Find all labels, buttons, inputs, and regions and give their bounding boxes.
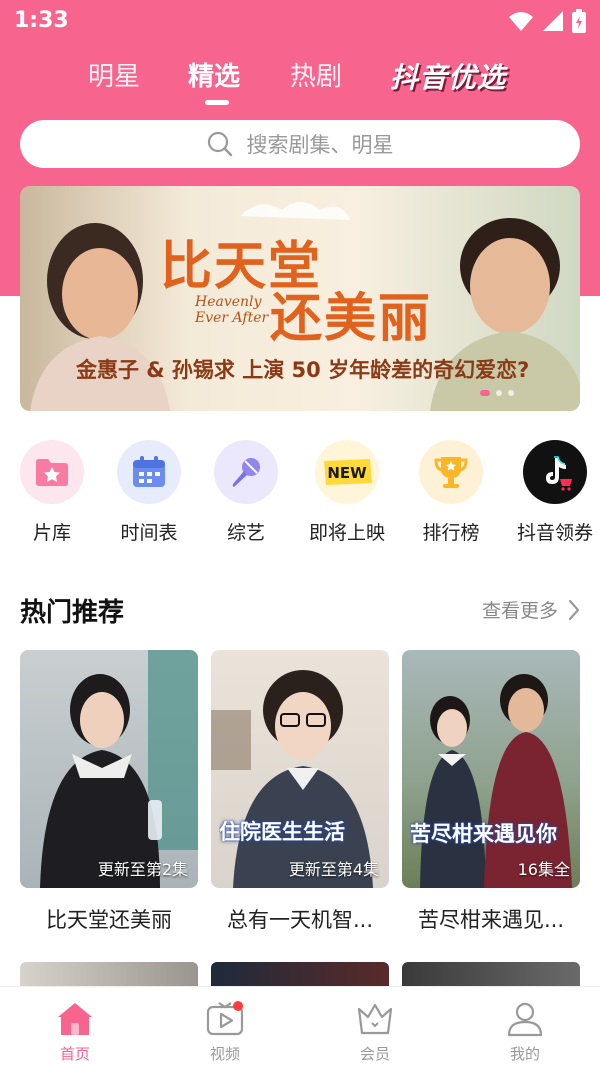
search-icon bbox=[207, 131, 232, 157]
quick-nav-label: 抖音领券 bbox=[516, 522, 593, 544]
quick-nav-variety[interactable]: 综艺 bbox=[196, 440, 296, 545]
nav-label: 会员 bbox=[359, 1045, 390, 1063]
crown-icon bbox=[315, 999, 435, 1039]
quick-nav-upcoming[interactable]: NEW 即将上映 bbox=[297, 440, 397, 545]
banner-dot bbox=[480, 390, 490, 396]
quick-nav-label: 时间表 bbox=[120, 522, 178, 544]
chevron-right-icon bbox=[568, 599, 580, 620]
drama-card[interactable]: 住院医生生活 更新至第4集 总有一天机智... bbox=[211, 650, 389, 934]
tab-featured[interactable]: 精选 bbox=[188, 56, 240, 93]
drama-poster: 苦尽柑来遇见你 16集全 bbox=[402, 650, 580, 888]
douyin-cart-icon bbox=[523, 440, 587, 504]
section-title: 热门推荐 bbox=[20, 598, 125, 628]
view-more-label: 查看更多 bbox=[481, 600, 558, 622]
nav-label: 我的 bbox=[509, 1045, 540, 1063]
banner-english-title: Heavenly Ever After bbox=[195, 294, 269, 326]
poster-title-text: 苦尽柑来遇见你 bbox=[410, 822, 557, 846]
drama-title: 苦尽柑来遇见... bbox=[417, 908, 565, 932]
drama-poster: 住院医生生活 更新至第4集 bbox=[211, 650, 389, 888]
quick-nav: 片库 时间表 综艺 NEW 即将上映 排行榜 抖音领券 bbox=[0, 440, 600, 550]
nav-video[interactable]: 视频 bbox=[165, 999, 285, 1064]
quick-nav-label: 片库 bbox=[32, 522, 71, 544]
episode-badge: 更新至第4集 bbox=[288, 860, 379, 879]
tv-play-icon bbox=[165, 999, 285, 1039]
tab-douyin-select[interactable]: 抖音优选 bbox=[390, 56, 506, 96]
new-badge-icon: NEW bbox=[315, 440, 379, 504]
battery-icon bbox=[572, 9, 586, 33]
trophy-icon bbox=[419, 440, 483, 504]
view-more-link[interactable]: 查看更多 bbox=[482, 596, 580, 623]
nav-home[interactable]: 首页 bbox=[15, 999, 135, 1064]
tab-hot-dramas[interactable]: 热剧 bbox=[290, 56, 342, 93]
drama-card[interactable]: 更新至第2集 比天堂还美丽 bbox=[20, 650, 198, 934]
quick-nav-library[interactable]: 片库 bbox=[2, 440, 102, 545]
quick-nav-label: 排行榜 bbox=[422, 522, 480, 544]
search-placeholder: 搜索剧集、明星 bbox=[246, 133, 394, 157]
top-tabs: 明星 精选 热剧 bbox=[0, 56, 600, 105]
folder-star-icon bbox=[20, 440, 84, 504]
quick-nav-label: 即将上映 bbox=[308, 522, 385, 544]
nav-label: 视频 bbox=[209, 1045, 240, 1063]
signal-icon bbox=[543, 11, 563, 31]
microphone-icon bbox=[214, 440, 278, 504]
quick-nav-douyin-coupons[interactable]: 抖音领券 bbox=[505, 440, 600, 545]
tab-stars[interactable]: 明星 bbox=[88, 56, 140, 93]
user-icon bbox=[465, 999, 585, 1039]
status-icons bbox=[508, 9, 586, 33]
notification-dot bbox=[233, 1001, 243, 1011]
drama-title: 总有一天机智... bbox=[226, 908, 374, 932]
status-bar: 1:33 bbox=[0, 0, 600, 40]
quick-nav-schedule[interactable]: 时间表 bbox=[99, 440, 199, 545]
nav-profile[interactable]: 我的 bbox=[465, 999, 585, 1064]
banner-dot bbox=[496, 390, 502, 396]
episode-badge: 16集全 bbox=[517, 860, 570, 879]
banner-dot bbox=[508, 390, 514, 396]
promo-banner[interactable]: 比天堂 还美丽 Heavenly Ever After 金惠子 & 孙锡求 上演… bbox=[20, 186, 580, 411]
calendar-icon bbox=[117, 440, 181, 504]
poster-title-text: 住院医生生活 bbox=[219, 820, 345, 844]
wifi-icon bbox=[509, 12, 533, 31]
drama-title: 比天堂还美丽 bbox=[46, 908, 172, 932]
banner-pagination bbox=[480, 390, 514, 396]
drama-poster: 更新至第2集 bbox=[20, 650, 198, 888]
episode-badge: 更新至第2集 bbox=[97, 860, 188, 879]
search-input[interactable]: 搜索剧集、明星 bbox=[20, 120, 580, 168]
banner-subtitle: 金惠子 & 孙锡求 上演 50 岁年龄差的奇幻爱恋? bbox=[76, 358, 530, 382]
quick-nav-ranking[interactable]: 排行榜 bbox=[401, 440, 501, 545]
nav-label: 首页 bbox=[59, 1045, 90, 1063]
banner-title-line2: 还美丽 bbox=[270, 289, 433, 349]
active-tab-indicator bbox=[205, 100, 229, 105]
nav-membership[interactable]: 会员 bbox=[315, 999, 435, 1064]
svg-text:NEW: NEW bbox=[327, 464, 367, 482]
quick-nav-label: 综艺 bbox=[226, 522, 265, 544]
drama-card[interactable]: 苦尽柑来遇见你 16集全 苦尽柑来遇见... bbox=[402, 650, 580, 934]
status-time: 1:33 bbox=[14, 8, 69, 33]
bottom-nav: 首页 视频 会员 我的 bbox=[0, 986, 600, 1066]
home-icon bbox=[15, 999, 135, 1039]
